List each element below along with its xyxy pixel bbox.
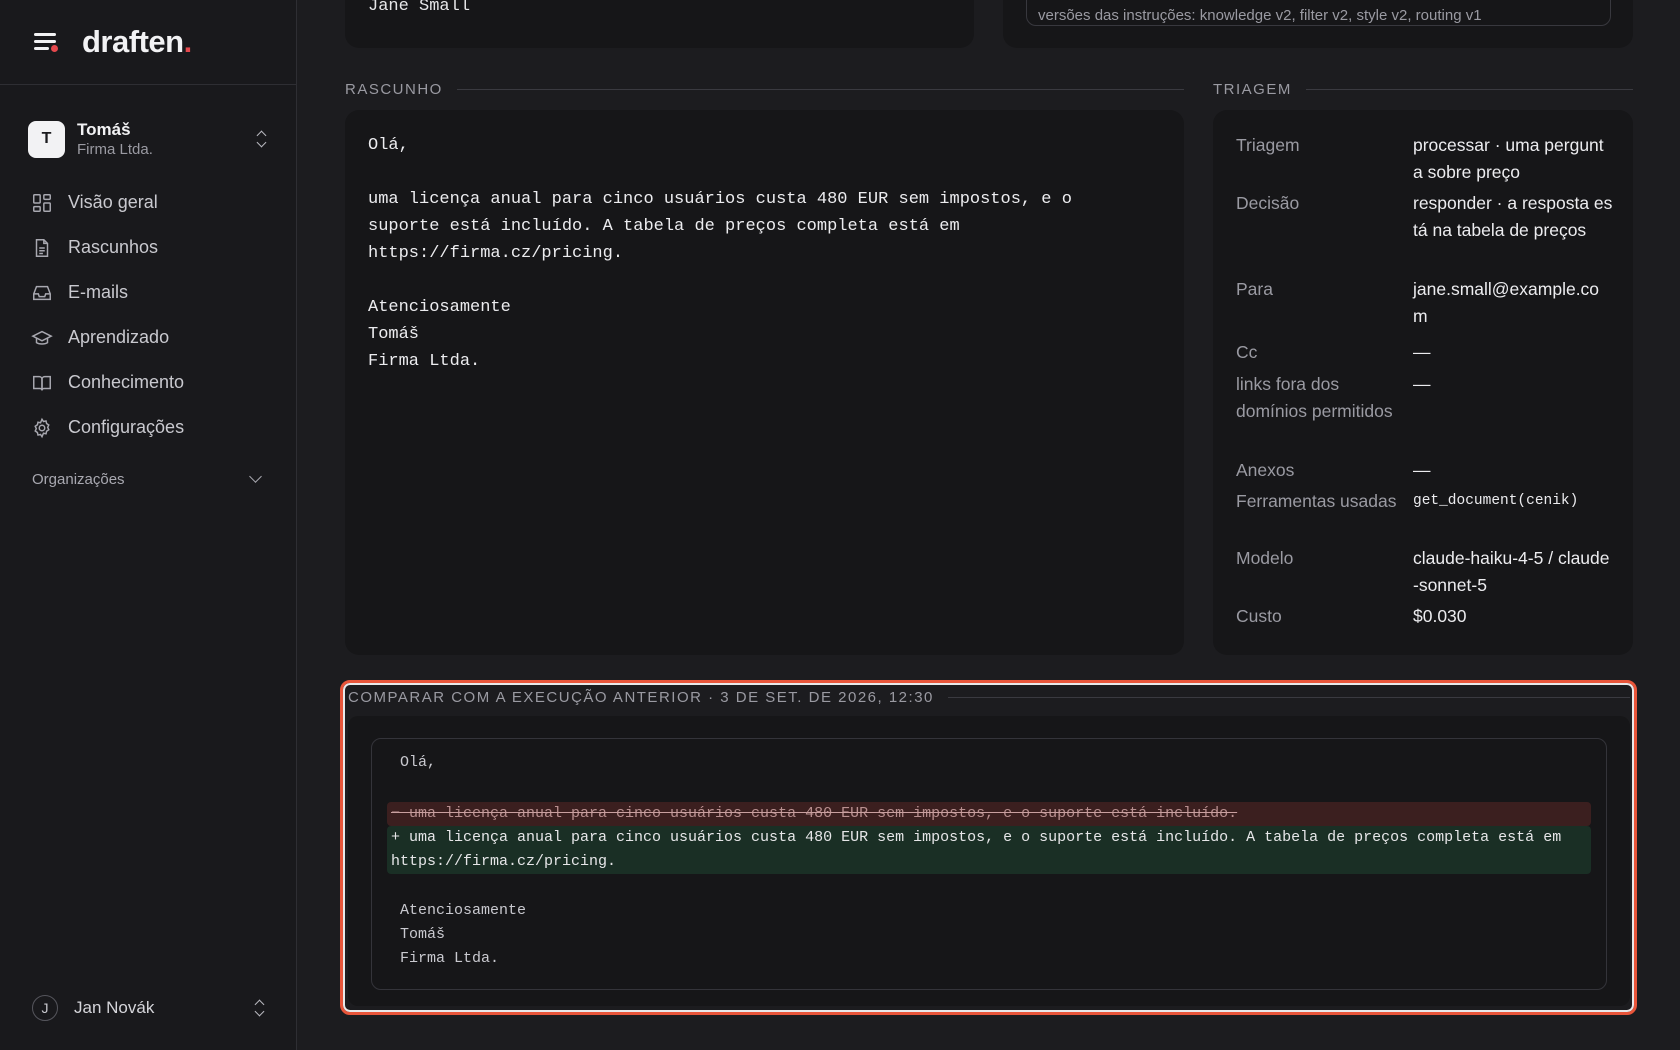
triage-row-attachments: Anexos — [1236, 457, 1616, 484]
account-name: Tomáš [77, 119, 131, 139]
logo-dot: . [183, 24, 193, 59]
triage-key: Triagem [1236, 135, 1300, 155]
triage-row-decision: Decisão responder · a resposta está na t… [1236, 190, 1616, 244]
logo-text: draften [82, 24, 184, 59]
draft-section-title: RASCUNHO [345, 80, 1184, 98]
compare-previous-run: COMPARAR COM A EXECUÇÃO ANTERIOR · 3 DE … [340, 680, 1637, 1015]
sidebar: draften. T Tomáš Firma Ltda. Visão geral… [0, 0, 297, 1050]
triage-key: Decisão [1236, 193, 1300, 213]
sidebar-item-label: E-mails [68, 282, 129, 302]
triage-value: claude-haiku-4-5 / claude-sonnet-5 [1413, 548, 1610, 595]
sidebar-item-learning[interactable]: Aprendizado [30, 315, 270, 360]
triage-key: links fora dos domínios permitidos [1236, 374, 1393, 421]
user-menu[interactable]: J Jan Novák [32, 994, 268, 1022]
divider [456, 88, 1184, 90]
sidebar-item-emails[interactable]: E-mails [30, 270, 270, 315]
triage-value: — [1413, 460, 1431, 480]
compare-section-label: COMPARAR COM A EXECUÇÃO ANTERIOR · 3 DE … [348, 688, 934, 706]
chevron-up-down-icon [252, 998, 268, 1018]
triage-value: — [1413, 342, 1431, 362]
diff-removed-line: − uma licença anual para cinco usuários … [387, 802, 1591, 826]
triage-value: processar · uma pergunta sobre preço [1413, 135, 1604, 182]
triage-key: Anexos [1236, 460, 1295, 480]
triage-value: get_document(cenik) [1413, 493, 1579, 509]
graduation-cap-icon [30, 326, 54, 350]
sidebar-nav: Visão geral Rascunhos E-mails Aprendizad… [30, 180, 270, 450]
recipient-name: Jane Small [368, 0, 471, 16]
chevron-down-icon [249, 470, 262, 483]
logo[interactable]: draften. [82, 24, 192, 60]
triage-value: responder · a resposta está na tabela de… [1413, 193, 1613, 240]
triage-card: Triagem processar · uma pergunta sobre p… [1213, 110, 1633, 655]
instructions-versions: versões das instruções: knowledge v2, fi… [1026, 0, 1611, 26]
divider [947, 696, 1630, 698]
triage-value: $0.030 [1413, 606, 1467, 626]
main-content: Jane Small versões das instruções: knowl… [298, 0, 1680, 1050]
triage-value: — [1413, 374, 1431, 394]
triage-section-label: TRIAGEM [1213, 80, 1292, 98]
sidebar-item-label: Rascunhos [68, 237, 159, 257]
triage-value: jane.small@example.com [1413, 279, 1600, 326]
triage-key: Para [1236, 279, 1273, 299]
user-avatar: J [32, 995, 58, 1021]
sidebar-item-drafts[interactable]: Rascunhos [30, 225, 270, 270]
triage-row-cc: Cc — [1236, 339, 1616, 366]
organizations-toggle[interactable]: Organizações [32, 467, 266, 491]
sidebar-item-overview[interactable]: Visão geral [30, 180, 270, 225]
draft-section-label: RASCUNHO [345, 80, 443, 98]
diff-context-line: Firma Ltda. [400, 950, 500, 967]
diff-context-line: Atenciosamente [400, 902, 527, 919]
diff-added-line: + uma licença anual para cinco usuários … [387, 826, 1591, 874]
triage-row-triage: Triagem processar · uma pergunta sobre p… [1236, 132, 1616, 186]
triage-row-to: Para jane.small@example.com [1236, 276, 1616, 330]
brand-header: draften. [0, 0, 296, 85]
diff-added-text: + uma licença anual para cinco usuários … [391, 829, 1562, 870]
triage-key: Cc [1236, 342, 1258, 362]
dashboard-icon [30, 191, 54, 215]
triage-key: Custo [1236, 606, 1282, 626]
inbox-icon [30, 281, 54, 305]
triage-key: Modelo [1236, 548, 1294, 568]
instructions-card: versões das instruções: knowledge v2, fi… [1003, 0, 1633, 48]
account-org: Firma Ltda. [77, 140, 153, 158]
triage-key: Ferramentas usadas [1236, 491, 1397, 511]
compare-section-title: COMPARAR COM A EXECUÇÃO ANTERIOR · 3 DE … [348, 688, 1630, 706]
organizations-label: Organizações [32, 470, 125, 488]
sidebar-item-knowledge[interactable]: Conhecimento [30, 360, 270, 405]
book-icon [30, 371, 54, 395]
recipient-card: Jane Small [345, 0, 974, 48]
compare-card: Olá, − uma licença anual para cinco usuá… [348, 716, 1630, 1006]
triage-row-model: Modelo claude-haiku-4-5 / claude-sonnet-… [1236, 545, 1616, 599]
diff-view: Olá, − uma licença anual para cinco usuá… [371, 738, 1607, 990]
draft-body[interactable]: Olá, uma licença anual para cinco usuári… [368, 132, 1158, 375]
divider [1305, 88, 1633, 90]
account-text: Tomáš Firma Ltda. [77, 119, 254, 160]
gear-icon [30, 416, 54, 440]
sidebar-item-label: Aprendizado [68, 327, 170, 347]
triage-row-cost: Custo $0.030 [1236, 603, 1616, 630]
chevron-up-down-icon [254, 129, 270, 149]
diff-context-line: Olá, [400, 754, 437, 771]
sidebar-item-label: Configurações [68, 417, 185, 437]
diff-context-line: Tomáš [400, 926, 446, 943]
triage-section-title: TRIAGEM [1213, 80, 1633, 98]
triage-row-tools: Ferramentas usadas get_document(cenik) [1236, 488, 1616, 515]
sidebar-item-label: Visão geral [68, 192, 158, 212]
document-icon [30, 236, 54, 260]
triage-row-links: links fora dos domínios permitidos — [1236, 371, 1616, 425]
draft-card: Olá, uma licença anual para cinco usuári… [345, 110, 1184, 655]
user-name: Jan Novák [74, 998, 155, 1017]
sidebar-item-settings[interactable]: Configurações [30, 405, 270, 450]
account-avatar: T [28, 120, 65, 158]
menu-icon[interactable] [32, 30, 60, 54]
sidebar-item-label: Conhecimento [68, 372, 185, 392]
account-switcher[interactable]: T Tomáš Firma Ltda. [28, 117, 270, 161]
